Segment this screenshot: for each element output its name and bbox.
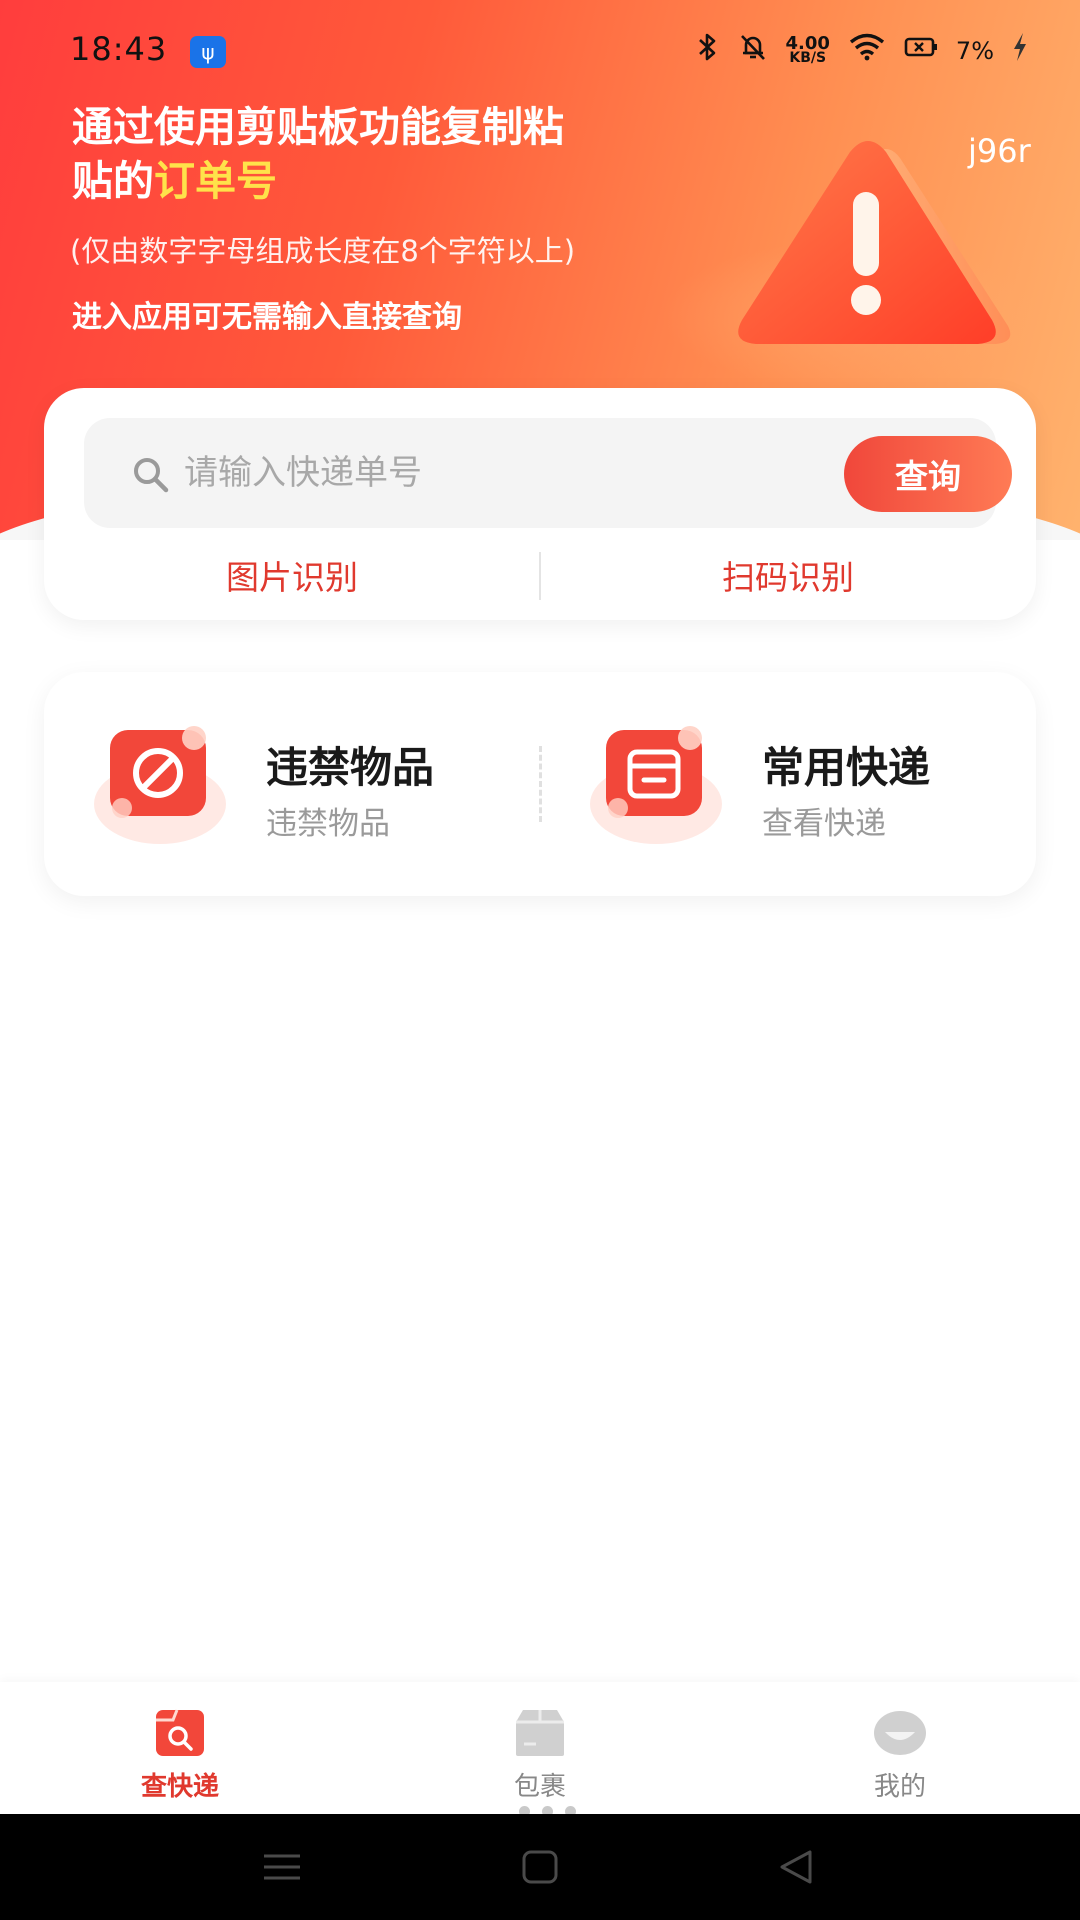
prohibited-items-entry[interactable]: 违禁物品 违禁物品	[44, 672, 540, 896]
hero-title-line1: 通过使用剪贴板功能复制粘	[72, 103, 564, 151]
net-speed-unit: KB/S	[789, 49, 827, 66]
net-speed-value: 4.00	[785, 32, 830, 54]
image-recognition-button[interactable]: 图片识别	[44, 548, 540, 608]
back-icon[interactable]	[772, 1844, 820, 1890]
search-icon	[134, 458, 169, 493]
bluetooth-icon	[696, 32, 720, 69]
hero-title-highlight: 订单号	[154, 157, 277, 205]
tab-mine-label: 我的	[873, 1772, 926, 1802]
tab-query-express-label: 查快递	[140, 1772, 219, 1802]
prohibited-icon	[94, 724, 226, 848]
common-express-subtitle: 查看快递	[762, 806, 886, 842]
tab-query-express[interactable]: 查快递	[0, 1682, 360, 1814]
bottom-tab-bar: 查快递 包裹 我的	[0, 1682, 1080, 1814]
usb-icon: ψ	[190, 36, 226, 68]
query-button[interactable]: 查询	[844, 436, 1012, 512]
status-icons: 4.00 KB/S 7%	[696, 32, 1029, 69]
hero-title-prefix: 贴的	[72, 157, 154, 205]
profile-icon	[874, 1711, 926, 1755]
tab-package[interactable]: 包裹	[360, 1682, 720, 1814]
menu-icon[interactable]	[258, 1844, 306, 1890]
search-box: 查询	[84, 418, 1012, 528]
feature-card: 违禁物品 违禁物品 常用快递 查看快递	[44, 672, 1036, 896]
battery-icon	[904, 35, 938, 66]
mute-icon	[738, 32, 768, 69]
search-card: 查询 图片识别 扫码识别	[44, 388, 1036, 620]
hero-subtitle-2: 进入应用可无需输入直接查询	[72, 300, 462, 335]
recognition-row: 图片识别 扫码识别	[44, 548, 1036, 608]
common-express-title: 常用快递	[762, 743, 931, 792]
battery-percent: 7%	[955, 36, 994, 65]
scan-recognition-button[interactable]: 扫码识别	[540, 548, 1036, 608]
home-icon[interactable]	[516, 1844, 564, 1890]
wifi-icon	[848, 33, 886, 68]
hero-title-line2: 贴的订单号	[72, 154, 712, 208]
tab-mine[interactable]: 我的	[720, 1682, 1080, 1814]
archive-box-icon	[590, 724, 722, 848]
tab-package-label: 包裹	[513, 1772, 566, 1802]
system-navigation-bar	[0, 1814, 1080, 1920]
prohibited-title: 违禁物品	[266, 743, 435, 792]
charging-icon	[1012, 32, 1028, 69]
search-parcel-icon	[156, 1709, 204, 1756]
status-bar: 18:43 ψ 4.00 KB/S 7%	[0, 0, 1080, 100]
tracking-number-input[interactable]	[184, 444, 744, 502]
prohibited-subtitle: 违禁物品	[266, 806, 390, 842]
package-icon	[516, 1710, 564, 1756]
warning-icon	[720, 130, 1020, 360]
net-speed: 4.00 KB/S	[785, 32, 830, 66]
status-time: 18:43	[70, 30, 168, 68]
hero-title: 通过使用剪贴板功能复制粘 贴的订单号	[72, 100, 712, 208]
common-express-entry[interactable]: 常用快递 查看快递	[540, 672, 1036, 896]
hero-subtitle: (仅由数字字母组成长度在8个字符以上)	[70, 234, 576, 268]
